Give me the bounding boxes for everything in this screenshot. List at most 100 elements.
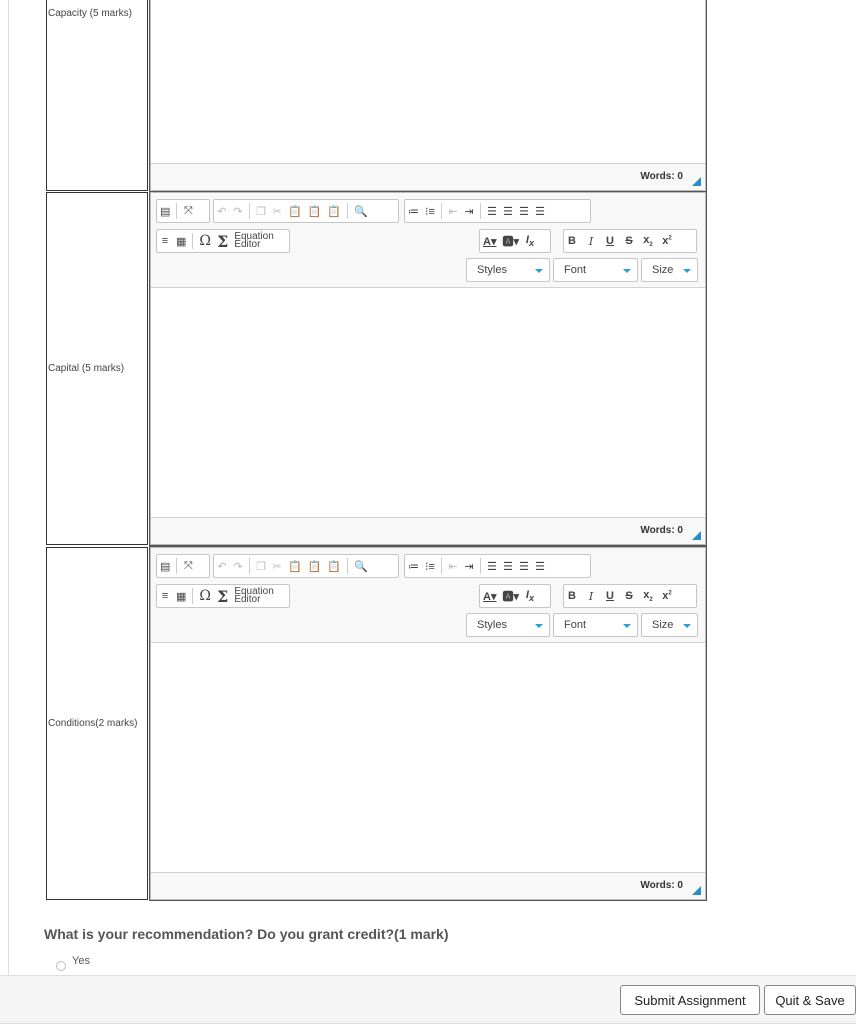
indent-icon[interactable]: ⇥ bbox=[464, 560, 474, 573]
separator bbox=[441, 558, 442, 574]
font-dropdown[interactable]: Font bbox=[553, 258, 638, 282]
copy-icon[interactable]: ❐ bbox=[256, 560, 266, 573]
chevron-down-icon bbox=[535, 624, 543, 628]
justify-icon[interactable]: ☰ bbox=[535, 560, 545, 573]
undo-icon[interactable]: ↶ bbox=[217, 205, 227, 218]
radio-yes[interactable] bbox=[56, 961, 66, 971]
italic-icon[interactable]: I bbox=[586, 235, 596, 248]
numbered-list-icon[interactable]: ≔ bbox=[408, 205, 419, 218]
resize-handle-icon[interactable] bbox=[692, 177, 701, 186]
resize-handle-icon[interactable] bbox=[692, 886, 701, 895]
sigma-icon[interactable]: Σ bbox=[217, 232, 228, 251]
option-yes-label: Yes bbox=[72, 955, 90, 967]
equation-editor-button[interactable]: Equation Editor bbox=[234, 587, 273, 605]
redo-icon[interactable]: ↷ bbox=[233, 205, 243, 218]
editor-content[interactable] bbox=[151, 644, 705, 872]
cut-icon[interactable]: ✂ bbox=[272, 560, 282, 573]
editor-toolbar: ▤ ⤧ ↶ ↷ ❐ ✂ 📋 📋 📋 🔍 ≔ ⁝≡ ⇤ ⇥ ☰ ☰ ☰ ☰ ≡ ▦ Ω Σ Equation Editor… bbox=[151, 548, 705, 643]
subscript-icon[interactable]: x2 bbox=[643, 589, 653, 603]
align-right-icon[interactable]: ☰ bbox=[519, 205, 529, 218]
find-icon[interactable]: 🔍 bbox=[354, 560, 368, 573]
background-color-icon[interactable]: 🅰▾ bbox=[502, 233, 519, 249]
source-icon[interactable]: ▤ bbox=[160, 560, 170, 573]
rich-text-editor: ▤ ⤧ ↶ ↷ ❐ ✂ 📋 📋 📋 🔍 ≔ ⁝≡ ⇤ ⇥ ☰ ☰ ☰ ☰ ≡ ▦ Ω Σ Equation Editor… bbox=[150, 547, 706, 900]
subscript-icon[interactable]: x2 bbox=[643, 234, 653, 248]
horizontal-rule-icon[interactable]: ≡ bbox=[160, 590, 170, 602]
maximize-icon[interactable]: ⤧ bbox=[183, 205, 193, 218]
superscript-icon[interactable]: x2 bbox=[662, 235, 672, 247]
font-dropdown[interactable]: Font bbox=[553, 613, 638, 637]
separator bbox=[176, 558, 178, 574]
styles-dropdown[interactable]: Styles bbox=[466, 613, 550, 637]
table-row-capacity: Capacity (5 marks) Words: 0 bbox=[44, 0, 708, 191]
justify-icon[interactable]: ☰ bbox=[535, 205, 545, 218]
outdent-icon[interactable]: ⇤ bbox=[448, 205, 458, 218]
separator bbox=[480, 558, 481, 574]
remove-format-icon[interactable]: Ix bbox=[525, 234, 535, 248]
size-label: Size bbox=[652, 619, 674, 631]
underline-icon[interactable]: U bbox=[605, 235, 615, 247]
bulleted-list-icon[interactable]: ⁝≡ bbox=[425, 560, 435, 573]
equation-editor-button[interactable]: Equation Editor bbox=[234, 232, 273, 250]
paste-icon[interactable]: 📋 bbox=[288, 560, 302, 573]
strikethrough-icon[interactable]: S bbox=[624, 590, 634, 602]
size-dropdown[interactable]: Size bbox=[641, 258, 698, 282]
text-color-icon[interactable]: A▾ bbox=[483, 590, 496, 603]
bold-icon[interactable]: B bbox=[567, 590, 577, 602]
sigma-icon[interactable]: Σ bbox=[217, 587, 228, 606]
table-row-conditions: Conditions(2 marks) ▤ ⤧ ↶ ↷ ❐ ✂ 📋 📋 📋 🔍 ≔ ⁝≡ ⇤ ⇥ ☰ ☰ ☰… bbox=[44, 547, 708, 900]
align-center-icon[interactable]: ☰ bbox=[503, 205, 513, 218]
submit-assignment-button[interactable]: Submit Assignment bbox=[620, 985, 760, 1015]
rich-text-editor: ▤ ⤧ ↶ ↷ ❐ ✂ 📋 📋 📋 🔍 ≔ ⁝≡ ⇤ ⇥ ☰ ☰ ☰ ☰ ≡ ▦ Ω Σ Equation Editor… bbox=[150, 192, 706, 545]
outdent-icon[interactable]: ⇤ bbox=[448, 560, 458, 573]
find-icon[interactable]: 🔍 bbox=[354, 205, 368, 218]
table-icon[interactable]: ▦ bbox=[176, 235, 186, 248]
resize-handle-icon[interactable] bbox=[692, 531, 701, 540]
align-left-icon[interactable]: ☰ bbox=[487, 560, 497, 573]
table-row-capital: Capital (5 marks) ▤ ⤧ ↶ ↷ ❐ ✂ 📋 📋 📋 🔍 ≔ ⁝≡ ⇤ ⇥ ☰ ☰ ☰ ☰ … bbox=[44, 192, 708, 545]
indent-icon[interactable]: ⇥ bbox=[464, 205, 474, 218]
quit-save-button[interactable]: Quit & Save bbox=[764, 985, 856, 1015]
separator bbox=[249, 203, 250, 219]
editor-label: Editor bbox=[234, 239, 261, 250]
paste-icon[interactable]: 📋 bbox=[288, 205, 302, 218]
bold-icon[interactable]: B bbox=[567, 235, 577, 247]
special-char-icon[interactable]: Ω bbox=[199, 588, 211, 604]
underline-icon[interactable]: U bbox=[605, 590, 615, 602]
paste-word-icon[interactable]: 📋 bbox=[327, 205, 341, 218]
background-color-icon[interactable]: 🅰▾ bbox=[502, 588, 519, 604]
text-color-icon[interactable]: A▾ bbox=[483, 235, 496, 248]
cut-icon[interactable]: ✂ bbox=[272, 205, 282, 218]
align-center-icon[interactable]: ☰ bbox=[503, 560, 513, 573]
undo-icon[interactable]: ↶ bbox=[217, 560, 227, 573]
row-label: Conditions(2 marks) bbox=[46, 547, 148, 900]
styles-dropdown[interactable]: Styles bbox=[466, 258, 550, 282]
word-count: Words: 0 bbox=[640, 525, 683, 536]
align-right-icon[interactable]: ☰ bbox=[519, 560, 529, 573]
align-left-icon[interactable]: ☰ bbox=[487, 205, 497, 218]
table-icon[interactable]: ▦ bbox=[176, 590, 186, 603]
remove-format-icon[interactable]: Ix bbox=[525, 589, 535, 603]
numbered-list-icon[interactable]: ≔ bbox=[408, 560, 419, 573]
separator bbox=[192, 233, 194, 249]
horizontal-rule-icon[interactable]: ≡ bbox=[160, 235, 170, 247]
editor-content[interactable] bbox=[151, 289, 705, 517]
paste-text-icon[interactable]: 📋 bbox=[308, 560, 322, 573]
strikethrough-icon[interactable]: S bbox=[624, 235, 634, 247]
special-char-icon[interactable]: Ω bbox=[199, 233, 211, 249]
source-icon[interactable]: ▤ bbox=[160, 205, 170, 218]
paste-text-icon[interactable]: 📋 bbox=[308, 205, 322, 218]
maximize-icon[interactable]: ⤧ bbox=[183, 560, 193, 573]
styles-label: Styles bbox=[477, 264, 507, 276]
paste-word-icon[interactable]: 📋 bbox=[327, 560, 341, 573]
page-left-border bbox=[8, 0, 9, 975]
question-text: What is your recommendation? Do you gran… bbox=[44, 926, 449, 942]
redo-icon[interactable]: ↷ bbox=[233, 560, 243, 573]
italic-icon[interactable]: I bbox=[586, 590, 596, 603]
editor-label: Editor bbox=[234, 594, 261, 605]
superscript-icon[interactable]: x2 bbox=[662, 590, 672, 602]
bulleted-list-icon[interactable]: ⁝≡ bbox=[425, 205, 435, 218]
size-dropdown[interactable]: Size bbox=[641, 613, 698, 637]
editor-content[interactable] bbox=[151, 0, 705, 163]
copy-icon[interactable]: ❐ bbox=[256, 205, 266, 218]
